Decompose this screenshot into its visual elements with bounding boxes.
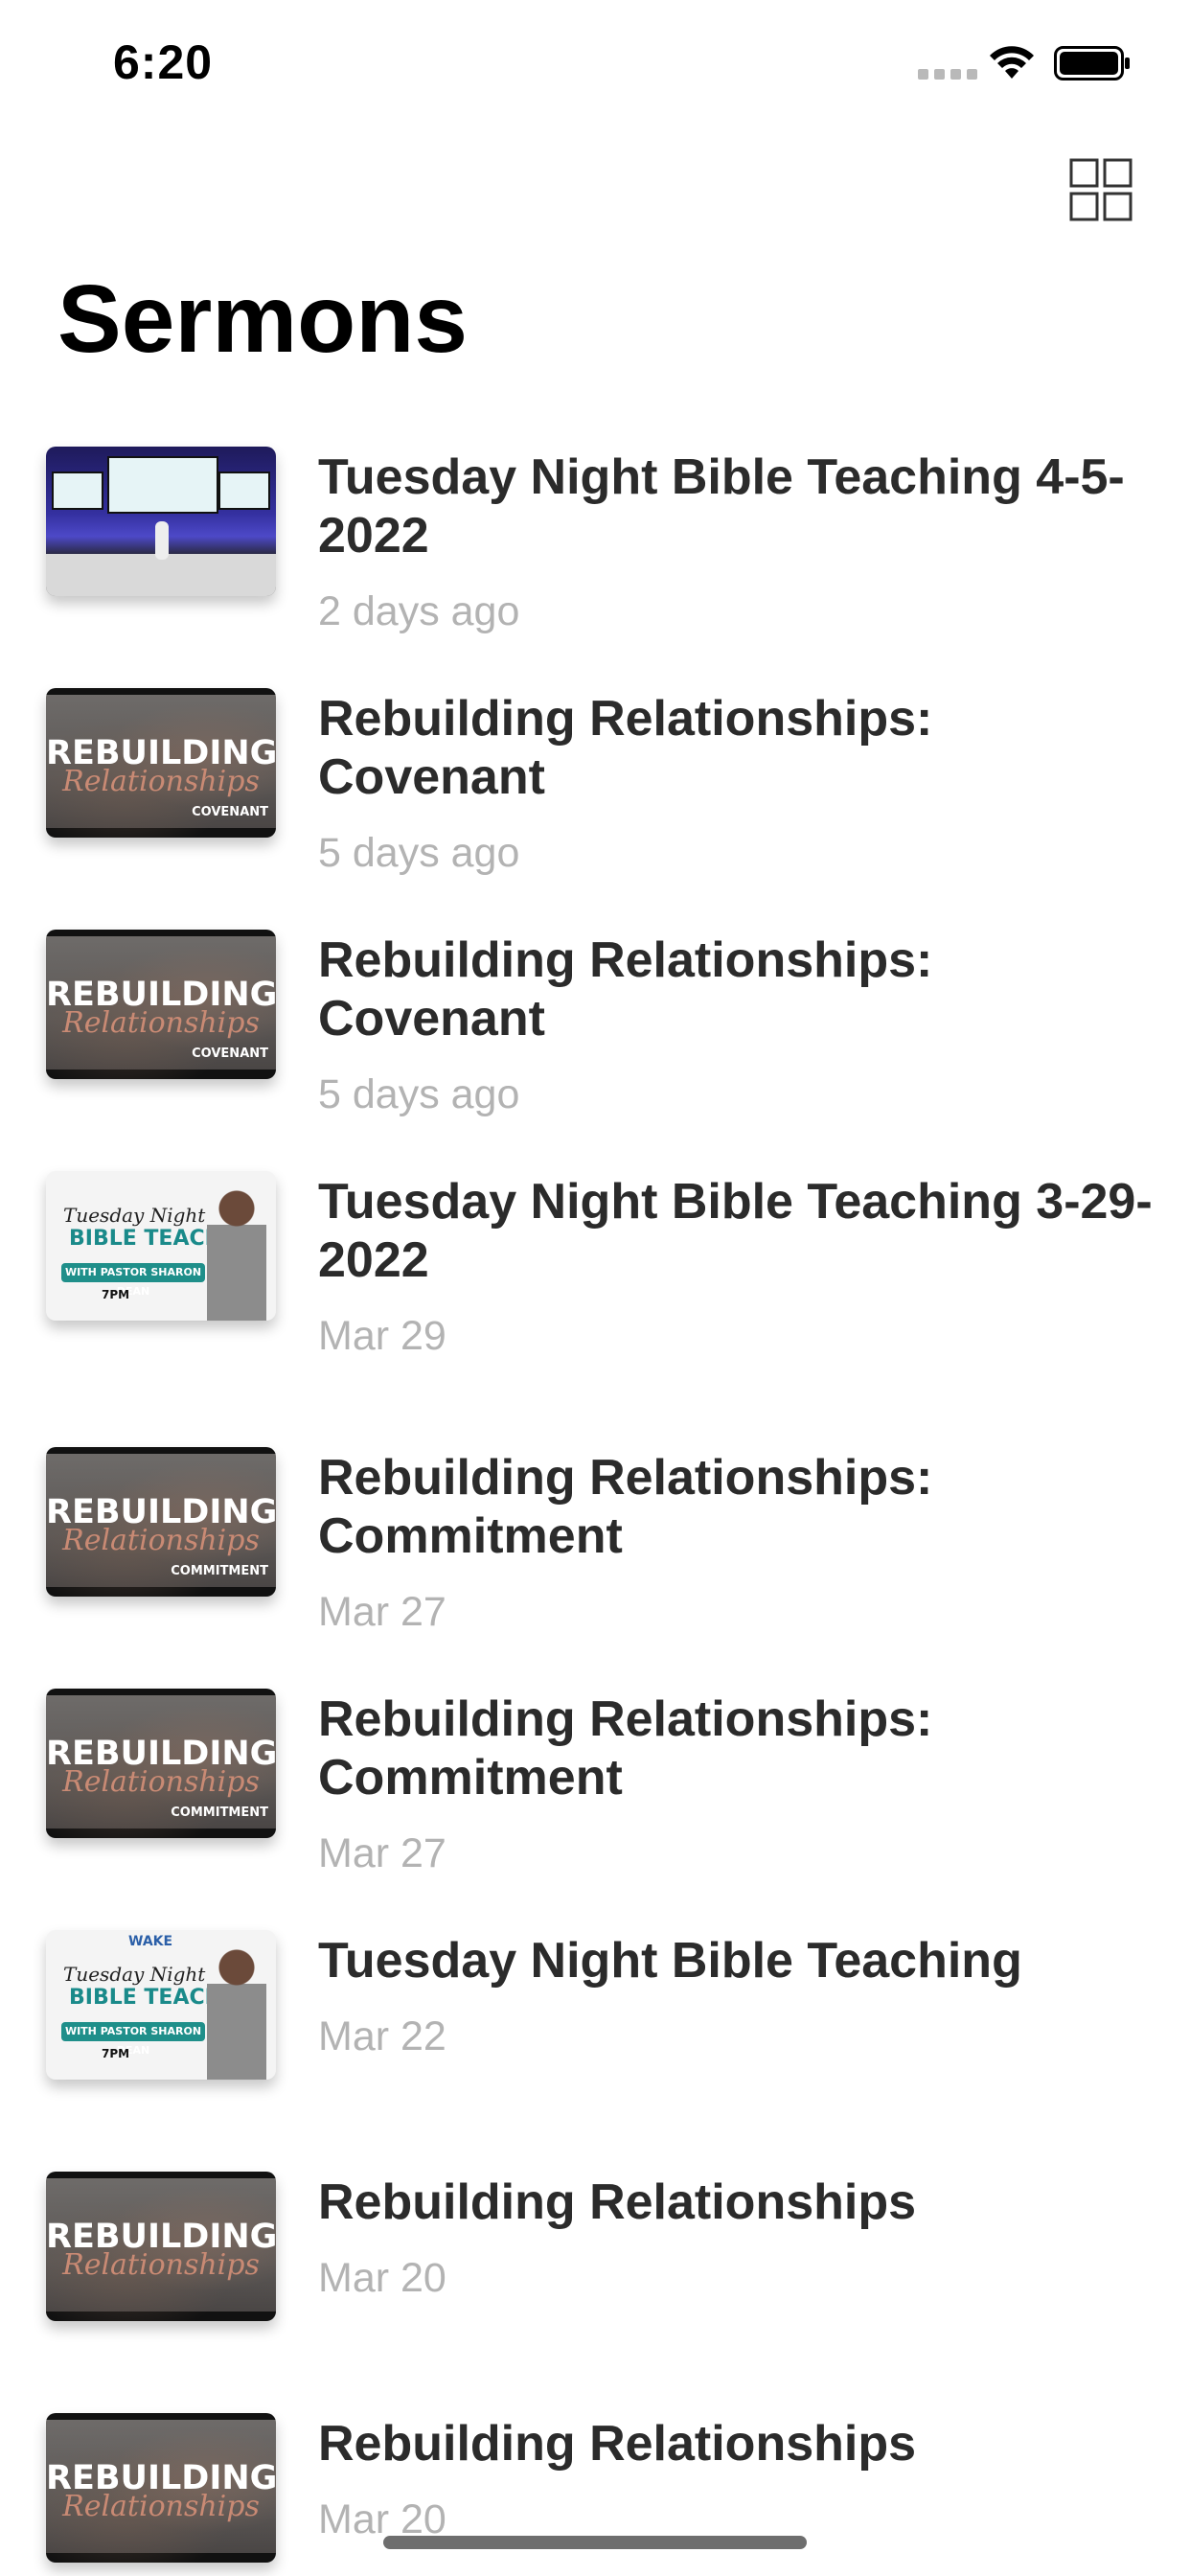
sermon-item[interactable]: WAKE Tuesday Night BIBLE TEACHING WITH P… xyxy=(0,1930,1190,2172)
status-bar: 6:20 xyxy=(0,0,1190,134)
sermon-title: Rebuilding Relationships xyxy=(318,2416,917,2472)
sermon-title: Tuesday Night Bible Teaching xyxy=(318,1933,1022,1989)
sermon-thumbnail: Tuesday Night BIBLE TEACHING WITH PASTOR… xyxy=(46,1171,276,1321)
sermon-item[interactable]: REBUILDING Relationships COVENANT Rebuil… xyxy=(0,930,1190,1171)
grid-icon[interactable] xyxy=(1069,158,1133,221)
status-time: 6:20 xyxy=(113,35,214,89)
sermon-date: Mar 29 xyxy=(318,1313,446,1359)
wifi-icon xyxy=(990,46,1034,79)
sermon-title: Rebuilding Relationships: Covenant xyxy=(318,691,933,805)
sermon-date: Mar 27 xyxy=(318,1830,446,1876)
sermon-item[interactable]: REBUILDING Relationships Rebuilding Rela… xyxy=(0,2413,1190,2576)
sermon-thumbnail: REBUILDING Relationships COMMITMENT xyxy=(46,1447,276,1597)
sermon-date: 5 days ago xyxy=(318,830,520,876)
sermon-date: Mar 20 xyxy=(318,2255,446,2301)
sermon-title: Rebuilding Relationships xyxy=(318,2174,917,2230)
cellular-signal-icon xyxy=(918,69,977,80)
sermon-date: Mar 27 xyxy=(318,1589,446,1635)
sermon-item[interactable]: Tuesday Night BIBLE TEACHING WITH PASTOR… xyxy=(0,1171,1190,1447)
sermon-item[interactable]: REBUILDING Relationships Rebuilding Rela… xyxy=(0,2172,1190,2413)
sermon-title: Rebuilding Relationships: Commitment xyxy=(318,1450,933,1564)
sermon-thumbnail xyxy=(46,447,276,596)
sermon-title: Tuesday Night Bible Teaching 3-29-2022 xyxy=(318,1174,1153,1288)
sermon-item[interactable]: REBUILDING Relationships COMMITMENT Rebu… xyxy=(0,1689,1190,1930)
sermon-thumbnail: REBUILDING Relationships COVENANT xyxy=(46,930,276,1079)
sermon-thumbnail: REBUILDING Relationships COMMITMENT xyxy=(46,1689,276,1838)
sermon-date: 5 days ago xyxy=(318,1071,520,1117)
sermon-item[interactable]: REBUILDING Relationships COMMITMENT Rebu… xyxy=(0,1447,1190,1689)
battery-icon xyxy=(1054,46,1130,80)
sermon-list: Tuesday Night Bible Teaching 4-5-2022 2 … xyxy=(0,447,1190,2576)
page-title: Sermons xyxy=(57,265,468,373)
sermon-title: Rebuilding Relationships: Covenant xyxy=(318,932,933,1046)
sermon-date: Mar 22 xyxy=(318,2013,446,2059)
sermon-title: Tuesday Night Bible Teaching 4-5-2022 xyxy=(318,449,1125,564)
sermon-item[interactable]: Tuesday Night Bible Teaching 4-5-2022 2 … xyxy=(0,447,1190,688)
sermon-thumbnail: REBUILDING Relationships xyxy=(46,2172,276,2321)
sermon-title: Rebuilding Relationships: Commitment xyxy=(318,1691,933,1806)
sermon-thumbnail: REBUILDING Relationships COVENANT xyxy=(46,688,276,838)
sermon-date: 2 days ago xyxy=(318,588,520,634)
sermon-item[interactable]: REBUILDING Relationships COVENANT Rebuil… xyxy=(0,688,1190,930)
home-indicator[interactable] xyxy=(383,2536,807,2549)
sermon-thumbnail: WAKE Tuesday Night BIBLE TEACHING WITH P… xyxy=(46,1930,276,2080)
sermon-thumbnail: REBUILDING Relationships xyxy=(46,2413,276,2563)
sermons-screen: 6:20 Sermons Tuesday Night Bible Teachin… xyxy=(0,0,1190,2576)
